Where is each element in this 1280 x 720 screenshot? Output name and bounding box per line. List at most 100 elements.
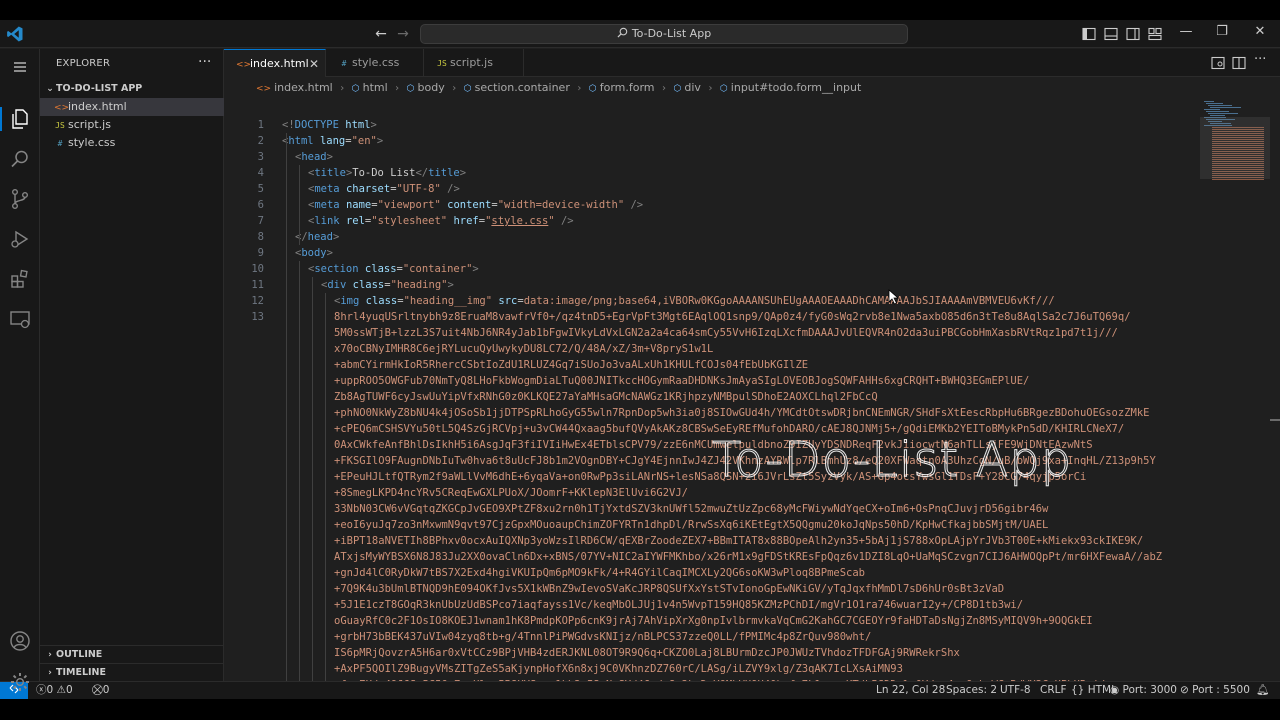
indent-guide (312, 277, 313, 681)
tab-style-css[interactable]: # style.css (326, 49, 424, 77)
line-number: 11 (251, 279, 264, 291)
search-text: To-Do-List App (631, 27, 712, 40)
breadcrumb-item[interactable]: index.html (274, 81, 333, 94)
toggle-primary-sidebar-icon[interactable] (1082, 27, 1096, 41)
file-item-label: index.html (68, 100, 127, 113)
status-bar: ⓧ0 ⚠0 ⛒0 Ln 22, Col 28 Spaces: 2 UTF-8 C… (0, 681, 1280, 699)
editor-tabs: <>index.html ✕ # style.css JS script.js ··… (224, 49, 1280, 77)
vertical-scrollbar[interactable] (1270, 419, 1280, 421)
breadcrumb-item[interactable]: div (684, 81, 701, 94)
close-tab-icon[interactable]: ✕ (309, 50, 319, 78)
minimap-line (1210, 107, 1241, 108)
ports-indicator[interactable]: ⛒0 (92, 682, 109, 699)
code-line: <section class="container"> (308, 263, 479, 275)
chevron-right-icon: › (48, 668, 52, 678)
html-file-icon: <> (236, 60, 252, 70)
more-actions-button[interactable]: ··· (198, 54, 211, 70)
outline-section[interactable]: › OUTLINE (40, 645, 224, 663)
error-count: 0 (46, 684, 54, 696)
toggle-secondary-sidebar-icon[interactable] (1126, 27, 1140, 41)
cursor-position[interactable]: Ln 22, Col 28 (876, 682, 945, 699)
element-symbol-icon: ⬡ (588, 84, 597, 94)
restore-button[interactable]: ❐ (1212, 24, 1232, 39)
line-number: 13 (251, 311, 264, 323)
breadcrumb: <> index.html › ⬡ html › ⬡ body › ⬡ section.… (224, 77, 1280, 99)
element-symbol-icon: ⬡ (351, 84, 360, 94)
live-server-port[interactable]: ◉ Port: 3000 (1110, 682, 1177, 699)
breadcrumb-item[interactable]: form.form (600, 81, 655, 94)
forward-button[interactable]: → (395, 26, 411, 42)
breadcrumb-item[interactable]: section.container (475, 81, 570, 94)
close-window-button[interactable]: ✕ (1250, 24, 1270, 39)
encoding[interactable]: UTF-8 (1000, 682, 1031, 699)
code-line: <link rel="stylesheet" href="style.css" … (308, 215, 574, 227)
source-control-icon[interactable] (8, 187, 32, 211)
element-symbol-icon: ⬡ (719, 84, 728, 94)
line-number: 12 (251, 295, 264, 307)
explorer-files-icon[interactable] (8, 107, 32, 131)
line-number: 7 (257, 215, 264, 227)
search-icon[interactable] (8, 147, 32, 171)
explorer-title: EXPLORER (56, 58, 111, 69)
file-item-label: script.js (68, 118, 111, 131)
run-and-debug-icon[interactable] (8, 227, 32, 251)
extensions-icon[interactable] (8, 267, 32, 291)
base64-continuation-line: +abmCYirmHkIoR5RhercCSbtIoZdU1RLUZ4Gq7iS… (334, 359, 809, 371)
letterbox-top (0, 0, 1280, 20)
code-line: <!DOCTYPE html> (282, 119, 377, 131)
timeline-section[interactable]: › TIMELINE (40, 663, 224, 681)
problems-indicator[interactable]: ⓧ0 ⚠0 (36, 682, 73, 699)
ports-icon: ⛒ (92, 684, 103, 696)
manage-gear-icon[interactable] (8, 670, 32, 694)
tab-index-html[interactable]: <>index.html ✕ (224, 49, 326, 77)
js-file-icon: JS (437, 59, 447, 68)
code-line: <img class="heading__img" src=data:image… (334, 295, 1055, 307)
open-preview-icon[interactable] (1211, 56, 1225, 70)
customize-layout-icon[interactable] (1148, 27, 1162, 41)
notifications-bell-icon[interactable]: 🔔︎ (1256, 682, 1269, 699)
command-center-search[interactable]: To-Do-List App (420, 24, 908, 44)
breadcrumb-item[interactable]: body (418, 81, 445, 94)
tab-label: script.js (450, 56, 493, 69)
element-symbol-icon: ⬡ (463, 84, 472, 94)
port-stop-label: Port : 5500 (1192, 684, 1250, 696)
base64-continuation-line: +eoI6yuJq7zo3nMxwmN9qvt97CjzGpxMOuoaupCh… (334, 519, 1049, 531)
base64-continuation-line: +gnJd4lC0RyDkW7tBS7X2Exd4hgiVKUIpQm6pMO9… (334, 567, 866, 579)
split-editor-icon[interactable] (1232, 56, 1246, 70)
base64-continuation-line: +AxPF5QOIlZ9BugyVMsZITgZeS5aKjynpHofX6n8… (334, 663, 903, 675)
indent-guide (286, 133, 287, 681)
overlay-title: To-Do-List App (711, 432, 1073, 489)
port-label: Port: 3000 (1122, 684, 1177, 696)
toggle-panel-icon[interactable] (1104, 27, 1118, 41)
element-symbol-icon: ⬡ (673, 84, 682, 94)
line-number: 10 (251, 263, 264, 275)
base64-continuation-line: +iBPT18aNVETIh8BPhxv0ocxAuIQXNp3yoWzsIlR… (334, 535, 1144, 547)
tab-label: index.html (250, 57, 309, 70)
breadcrumb-separator-icon: › (340, 83, 345, 94)
code-line: <meta charset="UTF-8" /> (308, 183, 460, 195)
tab-script-js[interactable]: JS script.js (424, 49, 524, 77)
back-button[interactable]: ← (373, 26, 389, 42)
indentation[interactable]: Spaces: 2 (946, 682, 997, 699)
minimap-slider[interactable] (1200, 117, 1270, 179)
file-item-index-html[interactable]: <>index.html (40, 98, 224, 116)
menu-icon[interactable] (8, 55, 32, 79)
chevron-right-icon: › (48, 650, 52, 660)
minimize-button[interactable]: — (1176, 24, 1196, 39)
breadcrumb-separator-icon: › (662, 83, 667, 94)
code-editor[interactable]: 12345678910111213 <!DOCTYPE html><html l… (224, 99, 1280, 681)
breadcrumb-item[interactable]: html (363, 81, 388, 94)
remote-explorer-icon[interactable] (8, 307, 32, 331)
breadcrumb-separator-icon: › (395, 83, 400, 94)
breadcrumb-item[interactable]: input#todo.form__input (731, 81, 862, 94)
line-number: 4 (257, 167, 264, 179)
end-of-line[interactable]: CRLF (1040, 682, 1067, 699)
line-number: 5 (257, 183, 264, 195)
workspace-folder[interactable]: ⌄ TO-DO-LIST APP (40, 80, 224, 98)
live-server-port-stop[interactable]: ⊘ Port : 5500 (1180, 682, 1250, 699)
account-icon[interactable] (8, 629, 32, 653)
file-item-script-js[interactable]: JS script.js (40, 116, 224, 134)
breadcrumb-separator-icon: › (708, 83, 713, 94)
more-editor-actions-button[interactable]: ··· (1254, 52, 1266, 67)
file-item-style-css[interactable]: # style.css (40, 134, 224, 152)
